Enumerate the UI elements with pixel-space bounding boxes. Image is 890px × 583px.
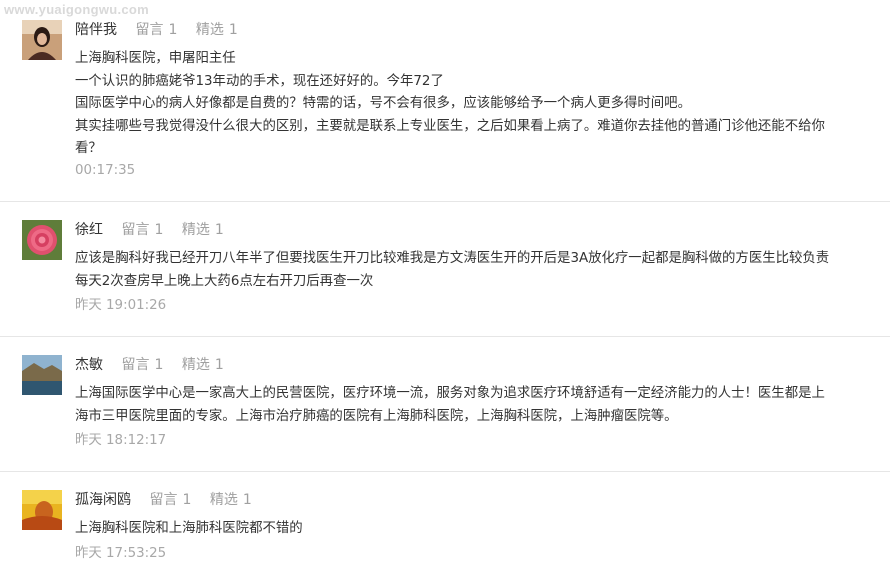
reply-count: 1 [154,357,164,373]
comment-line: 应该是胸科好我已经开刀八年半了但要找医生开刀比较难我是方文涛医生开的开后是3A放… [75,251,830,266]
username[interactable]: 徐红 [75,222,103,238]
featured-count: 1 [242,492,252,508]
comment-body: 上海胸科医院和上海肺科医院都不错的 [75,518,875,541]
comment-header: 孤海闲鸥 留言 1 精选 1 [75,490,252,510]
featured-count-link[interactable]: 精选 1 [182,357,224,373]
comment-line: 海市三甲医院里面的专家。上海市治疗肺癌的医院有上海肺科医院，上海胸科医院，上海肿… [75,408,678,424]
reply-label: 留言 [121,222,150,238]
comment-line: 每天2次查房早上晚上大药6点左右开刀后再查一次 [75,273,374,289]
comment-item: 陪伴我 留言 1 精选 1 上海胸科医院，申屠阳主任 一个认识的肺癌姥爷13年动的手… [0,0,890,202]
reply-count-link[interactable]: 留言 1 [149,492,191,508]
comment-item: 杰敏 留言 1 精选 1 上海国际医学中心是一家高大上的民营医院，医疗环境一流，服务… [0,336,890,472]
featured-count: 1 [214,222,224,238]
featured-label: 精选 [209,492,238,508]
comment-timestamp: 昨天 18:12:17 [75,433,167,448]
avatar[interactable] [22,220,62,260]
username[interactable]: 杰敏 [75,357,103,373]
reply-count-link[interactable]: 留言 1 [135,22,177,38]
featured-label: 精选 [181,222,210,238]
comment-body: 上海国际医学中心是一家高大上的民营医院，医疗环境一流，服务对象为追求医疗环境舒适… [75,383,875,428]
avatar[interactable] [22,490,62,530]
reply-label: 留言 [149,492,178,508]
featured-label: 精选 [181,357,210,373]
featured-label: 精选 [195,22,224,38]
featured-count-link[interactable]: 精选 1 [210,492,252,508]
comment-line: 上海国际医学中心是一家高大上的民营医院，医疗环境一流，服务对象为追求医疗环境舒适… [75,386,825,401]
reply-label: 留言 [135,22,164,38]
featured-count-link[interactable]: 精选 1 [196,22,238,38]
comments-page: www.yuaigongwu.com 陪伴我 留言 1 精选 1 上海胸科医院，申屠… [0,0,890,583]
comment-body: 应该是胸科好我已经开刀八年半了但要找医生开刀比较难我是方文涛医生开的开后是3A放… [75,248,875,293]
comment-line: 其实挂哪些号我觉得没什么很大的区别，主要就是联系上专业医生，之后如果看上病了。难… [75,118,825,134]
comment-line: 看？ [75,141,102,157]
avatar-portrait-image [22,20,62,60]
comment-line: 上海胸科医院和上海肺科医院都不错的 [75,521,303,536]
comment-timestamp: 昨天 17:53:25 [75,546,167,561]
username[interactable]: 孤海闲鸥 [75,492,131,508]
comment-header: 杰敏 留言 1 精选 1 [75,355,224,375]
avatar[interactable] [22,20,62,60]
avatar-coast-image [22,355,62,395]
comment-timestamp: 昨天 19:01:26 [75,298,167,313]
reply-count-link[interactable]: 留言 1 [121,357,163,373]
reply-label: 留言 [121,357,150,373]
comment-line: 上海胸科医院，申屠阳主任 [75,51,236,66]
comment-line: 国际医学中心的病人好像都是自费的？特需的话，号不会有很多，应该能够给予一个病人更… [75,96,691,112]
featured-count-link[interactable]: 精选 1 [182,222,224,238]
comment-body: 上海胸科医院，申屠阳主任 一个认识的肺癌姥爷13年动的手术，现在还好好的。今年7… [75,48,875,161]
comment-item: 徐红 留言 1 精选 1 应该是胸科好我已经开刀八年半了但要找医生开刀比较难我是方文… [0,201,890,337]
avatar-sunset-image [22,490,62,530]
username[interactable]: 陪伴我 [75,22,117,38]
avatar[interactable] [22,355,62,395]
comment-timestamp: 00:17:35 [75,163,136,178]
comment-item: 孤海闲鸥 留言 1 精选 1 上海胸科医院和上海肺科医院都不错的 昨天 17:53:… [0,471,890,583]
reply-count: 1 [168,22,178,38]
reply-count: 1 [154,222,164,238]
reply-count: 1 [182,492,192,508]
featured-count: 1 [228,22,238,38]
avatar-rose-image [22,220,62,260]
comment-header: 徐红 留言 1 精选 1 [75,220,224,240]
comment-line: 一个认识的肺癌姥爷13年动的手术，现在还好好的。今年72了 [75,73,444,89]
reply-count-link[interactable]: 留言 1 [121,222,163,238]
comment-header: 陪伴我 留言 1 精选 1 [75,20,238,40]
featured-count: 1 [214,357,224,373]
